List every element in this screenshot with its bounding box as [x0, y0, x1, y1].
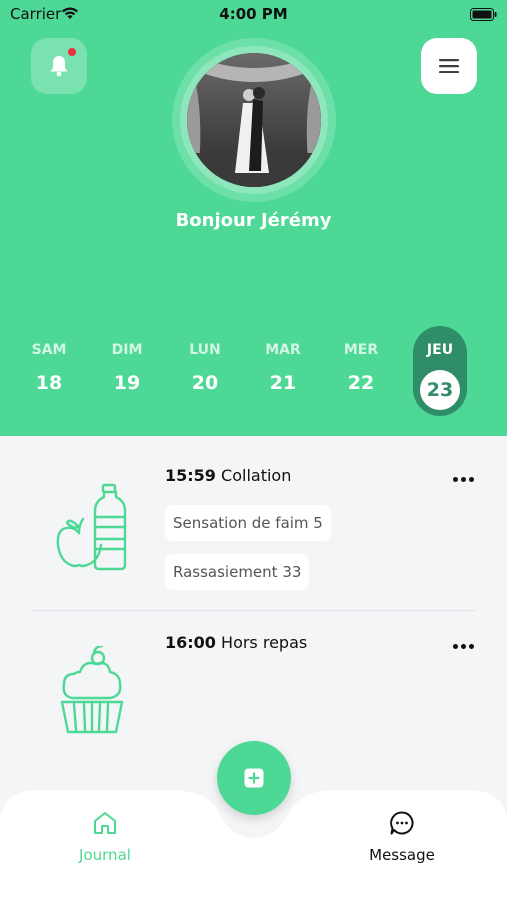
notification-badge — [68, 48, 76, 56]
day-number: 19 — [113, 372, 141, 394]
entry-title: 16:00 Hors repas — [165, 633, 307, 652]
divider — [32, 610, 476, 611]
day-number: 20 — [191, 372, 219, 394]
tab-journal[interactable]: Journal — [45, 810, 165, 864]
dot — [460, 643, 466, 649]
day-name: SAM — [31, 342, 67, 358]
notifications-button[interactable] — [31, 38, 87, 94]
dot — [468, 476, 474, 482]
bell-icon — [50, 56, 68, 77]
day-number: 22 — [347, 372, 375, 394]
battery-icon — [470, 6, 497, 25]
day-item[interactable]: MAR 21 — [256, 326, 310, 416]
dot — [468, 643, 474, 649]
home-icon — [94, 812, 116, 834]
status-time: 4:00 PM — [219, 5, 288, 23]
day-number: 23 — [420, 370, 460, 410]
dot — [452, 476, 458, 482]
avatar-ring — [172, 38, 336, 202]
entry-type: Hors repas — [221, 633, 308, 652]
entry-time: 15:59 — [165, 466, 216, 485]
dot — [452, 643, 458, 649]
tab-message[interactable]: Message — [342, 810, 462, 864]
tab-label-message: Message — [369, 846, 435, 864]
status-bar: Carrier 4:00 PM — [0, 0, 507, 30]
entry-time: 16:00 — [165, 633, 216, 652]
entry-title: 15:59 Collation — [165, 466, 291, 485]
greeting: Bonjour Jérémy — [175, 210, 332, 231]
day-item[interactable]: SAM 18 — [22, 326, 76, 416]
apple-bottle-icon — [56, 483, 127, 571]
plus-square-icon — [244, 768, 264, 788]
entry-tag: Rassasiement 33 — [165, 554, 310, 590]
entry-type: Collation — [221, 466, 292, 485]
day-name: JEU — [426, 342, 454, 358]
avatar[interactable] — [187, 53, 321, 187]
chat-bubble-icon — [390, 811, 414, 835]
day-item-selected[interactable]: JEU 23 — [413, 326, 467, 416]
entry-tag: Sensation de faim 5 — [165, 505, 331, 541]
day-item[interactable]: LUN 20 — [178, 326, 232, 416]
day-name: MAR — [265, 342, 301, 358]
more-options-button[interactable] — [450, 636, 476, 656]
tab-label-journal: Journal — [79, 846, 131, 864]
hamburger-icon — [439, 59, 459, 73]
more-options-button[interactable] — [450, 469, 476, 489]
day-selector: SAM 18 DIM 19 LUN 20 MAR 21 MER 22 JEU 2… — [0, 326, 507, 416]
day-name: DIM — [111, 342, 143, 358]
day-number: 21 — [269, 372, 297, 394]
profile-header: Bonjour Jérémy SAM 18 DIM 19 LUN 20 MAR … — [0, 0, 507, 436]
cupcake-icon — [60, 646, 124, 734]
add-entry-button[interactable] — [217, 741, 291, 815]
day-name: MER — [343, 342, 379, 358]
dot — [460, 476, 466, 482]
day-number: 18 — [35, 372, 63, 394]
day-item[interactable]: DIM 19 — [100, 326, 154, 416]
day-item[interactable]: MER 22 — [334, 326, 388, 416]
menu-button[interactable] — [421, 38, 477, 94]
day-name: LUN — [189, 342, 221, 358]
